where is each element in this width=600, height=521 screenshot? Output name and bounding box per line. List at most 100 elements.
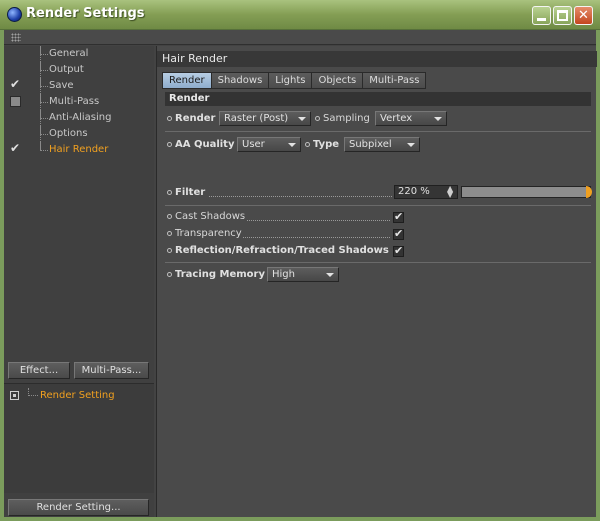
dotted-leader [209,187,392,197]
radio-dot-icon [167,271,172,277]
sampling-label: Sampling [323,113,370,124]
title-bar[interactable]: Render Settings ✕ [0,0,600,30]
aa-quality-label: AA Quality [175,139,235,150]
tree-item-multi-pass[interactable]: Multi-Pass [4,94,154,110]
slider-knob[interactable] [586,186,592,198]
settings-tree: General Output Save Multi-Pass [4,46,154,158]
toolstrip [4,30,596,45]
tab-bar: Render Shadows Lights Objects Multi-Pass [162,72,427,89]
tab-lights[interactable]: Lights [269,72,313,89]
cast-shadows-row: Cast Shadows [167,211,245,222]
tree-item-save[interactable]: Save [4,77,154,94]
tree-item-general[interactable]: General [4,46,154,62]
maximize-button[interactable] [553,6,572,25]
cast-shadows-checkbox[interactable] [393,210,404,223]
divider [165,262,591,263]
filter-label: Filter [175,187,206,198]
divider [165,205,591,206]
type-value: Subpixel [349,139,392,150]
sampling-dropdown[interactable]: Vertex [375,111,447,126]
aa-quality-row: AA Quality [167,139,234,150]
render-dropdown[interactable]: Raster (Post) [219,111,311,126]
tab-render[interactable]: Render [162,72,212,89]
tree-item-label: Output [49,64,84,75]
tree-item-label: Save [49,80,74,91]
divider [165,131,591,132]
type-label: Type [313,139,340,150]
list-item-label: Render Setting [40,390,115,401]
reflection-label: Reflection/Refraction/Traced Shadows [175,245,389,256]
tab-multi-pass[interactable]: Multi-Pass [363,72,427,89]
transparency-checkbox[interactable] [393,227,404,240]
radio-dot-icon [167,189,172,195]
radio-dot-icon [167,230,172,236]
radio-dot-icon [167,115,172,121]
tab-objects[interactable]: Objects [312,72,364,89]
maximize-icon [557,10,568,21]
checkbox-empty-icon[interactable] [10,96,21,107]
tree-item-output[interactable]: Output [4,62,154,78]
filter-row: Filter [167,187,205,198]
minimize-icon [537,18,546,21]
slider-fill [462,187,586,197]
radio-dot-icon [167,247,172,253]
dotted-leader [243,228,390,238]
tab-shadows[interactable]: Shadows [211,72,270,89]
panel-header: Hair Render [157,51,597,67]
left-panel: General Output Save Multi-Pass [4,46,154,517]
transparency-row: Transparency [167,228,242,239]
transparency-label: Transparency [175,228,242,239]
tree-item-label: General [49,48,89,59]
tracing-memory-dropdown[interactable]: High [267,267,339,282]
filter-slider[interactable] [461,186,592,198]
tree-item-options[interactable]: Options [4,126,154,142]
radio-dot-icon [305,141,310,147]
chevron-down-icon [407,143,415,147]
close-button[interactable]: ✕ [574,6,593,25]
section-header: Render [165,92,591,106]
tracing-memory-label: Tracing Memory [175,269,265,280]
reflection-row: Reflection/Refraction/Traced Shadows [167,245,389,256]
client-area: General Output Save Multi-Pass [4,30,597,517]
app-icon [7,7,22,22]
right-panel: Hair Render Render Shadows Lights Object… [156,46,597,517]
tree-item-anti-aliasing[interactable]: Anti-Aliasing [4,110,154,126]
dotted-leader [247,211,390,221]
close-icon: ✕ [578,8,589,23]
sampling-value: Vertex [380,113,413,124]
grip-icon[interactable] [11,33,21,42]
aa-quality-dropdown[interactable]: User [237,137,301,152]
minimize-button[interactable] [532,6,551,25]
tree-item-label: Hair Render [49,144,109,155]
settings-node-icon[interactable] [10,391,19,400]
render-value: Raster (Post) [224,113,289,124]
chevron-down-icon [326,273,334,277]
effect-button[interactable]: Effect... [8,362,70,379]
chevron-down-icon [298,117,306,121]
multi-pass-button[interactable]: Multi-Pass... [74,362,149,379]
radio-dot-icon [167,141,172,147]
checkmark-icon[interactable] [10,77,21,91]
reflection-checkbox[interactable] [393,244,404,257]
type-row: Type [305,139,339,150]
chevron-down-icon [288,143,296,147]
tree-item-label: Options [49,128,88,139]
aa-quality-value: User [242,139,265,150]
tracing-memory-value: High [272,269,295,280]
list-item[interactable]: Render Setting [4,388,154,404]
window-frame: Render Settings ✕ General Output ✔ Save … [0,0,600,521]
checkmark-icon[interactable] [10,141,21,155]
sampling-row: Sampling [315,113,370,124]
render-setting-button[interactable]: Render Setting... [8,499,149,516]
tree-item-label: Anti-Aliasing [49,112,112,123]
tree-item-label: Multi-Pass [49,96,100,107]
window-title: Render Settings [26,6,145,21]
render-label: Render [175,113,216,124]
spinner-arrows-icon[interactable]: ▲ ▼ [447,185,453,199]
type-dropdown[interactable]: Subpixel [344,137,420,152]
chevron-down-icon [434,117,442,121]
radio-dot-icon [167,213,172,219]
radio-dot-icon [315,115,320,121]
cast-shadows-label: Cast Shadows [175,211,246,222]
tree-item-hair-render[interactable]: Hair Render [4,141,154,158]
